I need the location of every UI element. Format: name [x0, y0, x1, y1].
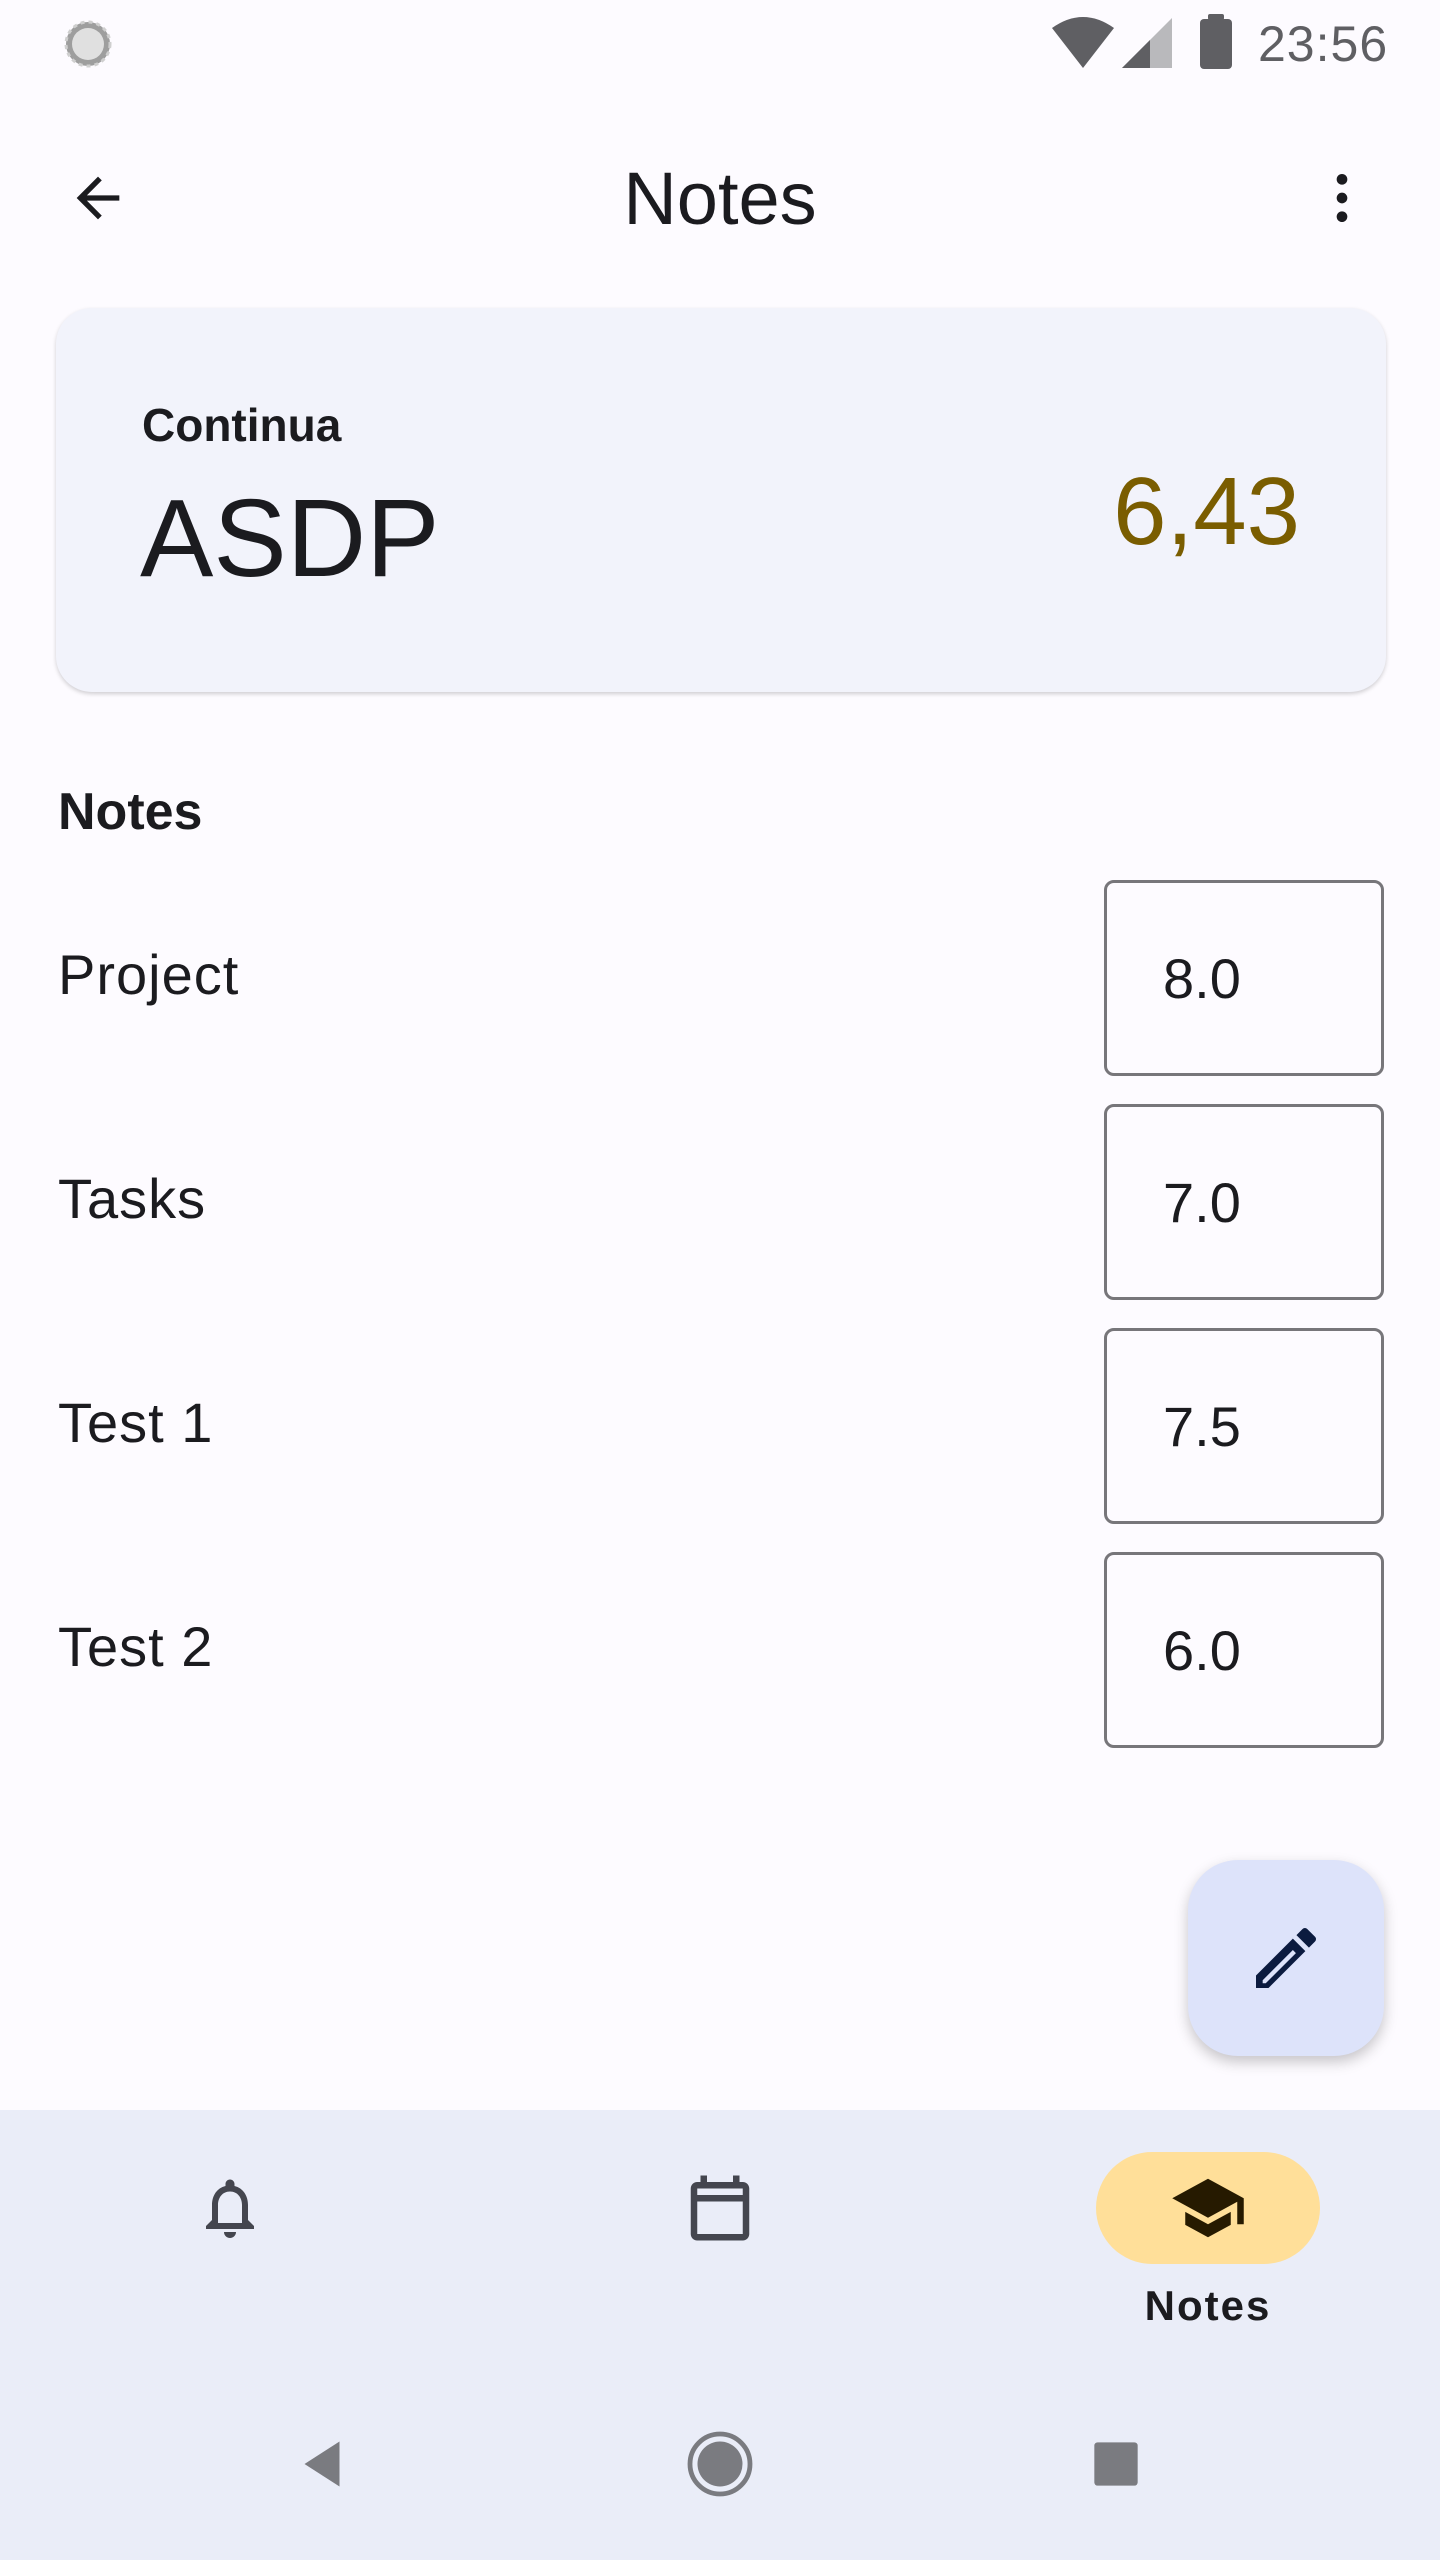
system-back-button[interactable]: [282, 2424, 362, 2504]
system-home-button[interactable]: [680, 2424, 760, 2504]
nav-active-indicator: [1096, 2152, 1320, 2264]
nav-item-notes[interactable]: Notes: [1058, 2152, 1358, 2342]
battery-icon: [1200, 14, 1232, 69]
bell-icon: [206, 2179, 254, 2238]
subject-summary-card[interactable]: Continua ASDP 6,43: [56, 308, 1386, 692]
notes-screen: 23:56 Notes Continua ASDP 6,43 Notes Pro…: [0, 0, 1440, 2560]
signal-icon: [1122, 18, 1172, 68]
sync-icon: [64, 20, 112, 68]
note-label: Test 1: [58, 1391, 214, 1454]
nav-pill: [118, 2152, 342, 2264]
average-grade: 6,43: [1113, 458, 1300, 565]
notes-section-heading: Notes: [58, 783, 203, 841]
pencil-icon: [1256, 1927, 1317, 1988]
edit-fab-button[interactable]: [1188, 1860, 1384, 2056]
note-row: Test 1: [0, 1328, 1440, 1524]
note-row: Test 2: [0, 1552, 1440, 1748]
note-label: Tasks: [58, 1167, 207, 1230]
note-row: Project: [0, 880, 1440, 1076]
top-app-bar: Notes: [0, 110, 1440, 280]
page-title: Notes: [623, 157, 817, 240]
subject-type-label: Continua: [142, 399, 342, 451]
note-label: Test 2: [58, 1615, 214, 1678]
note-value-field[interactable]: [1104, 880, 1384, 1076]
note-row: Tasks: [0, 1104, 1440, 1300]
system-recents-button[interactable]: [1076, 2424, 1156, 2504]
home-circle-icon: [687, 2431, 753, 2497]
status-bar: 23:56: [0, 0, 1440, 96]
nav-item-notifications[interactable]: [80, 2152, 380, 2342]
recents-square-icon: [1094, 2442, 1138, 2486]
bottom-navigation: Notes: [0, 2110, 1440, 2370]
more-options-button[interactable]: [1294, 150, 1390, 246]
note-value-field[interactable]: [1104, 1104, 1384, 1300]
more-vertical-icon: [1336, 174, 1348, 222]
nav-item-label: Notes: [1144, 2282, 1272, 2329]
note-value-field[interactable]: [1104, 1328, 1384, 1524]
note-value-field[interactable]: [1104, 1552, 1384, 1748]
calendar-icon: [690, 2175, 750, 2241]
nav-pill: [608, 2152, 832, 2264]
note-label: Project: [58, 943, 240, 1006]
status-clock: 23:56: [1258, 16, 1389, 72]
back-triangle-icon: [304, 2441, 340, 2487]
system-navigation-bar: [0, 2370, 1440, 2560]
graduation-cap-icon: [1172, 2178, 1244, 2238]
nav-item-calendar[interactable]: [570, 2152, 870, 2342]
subject-name: ASDP: [140, 477, 440, 600]
wifi-icon: [1052, 17, 1114, 68]
